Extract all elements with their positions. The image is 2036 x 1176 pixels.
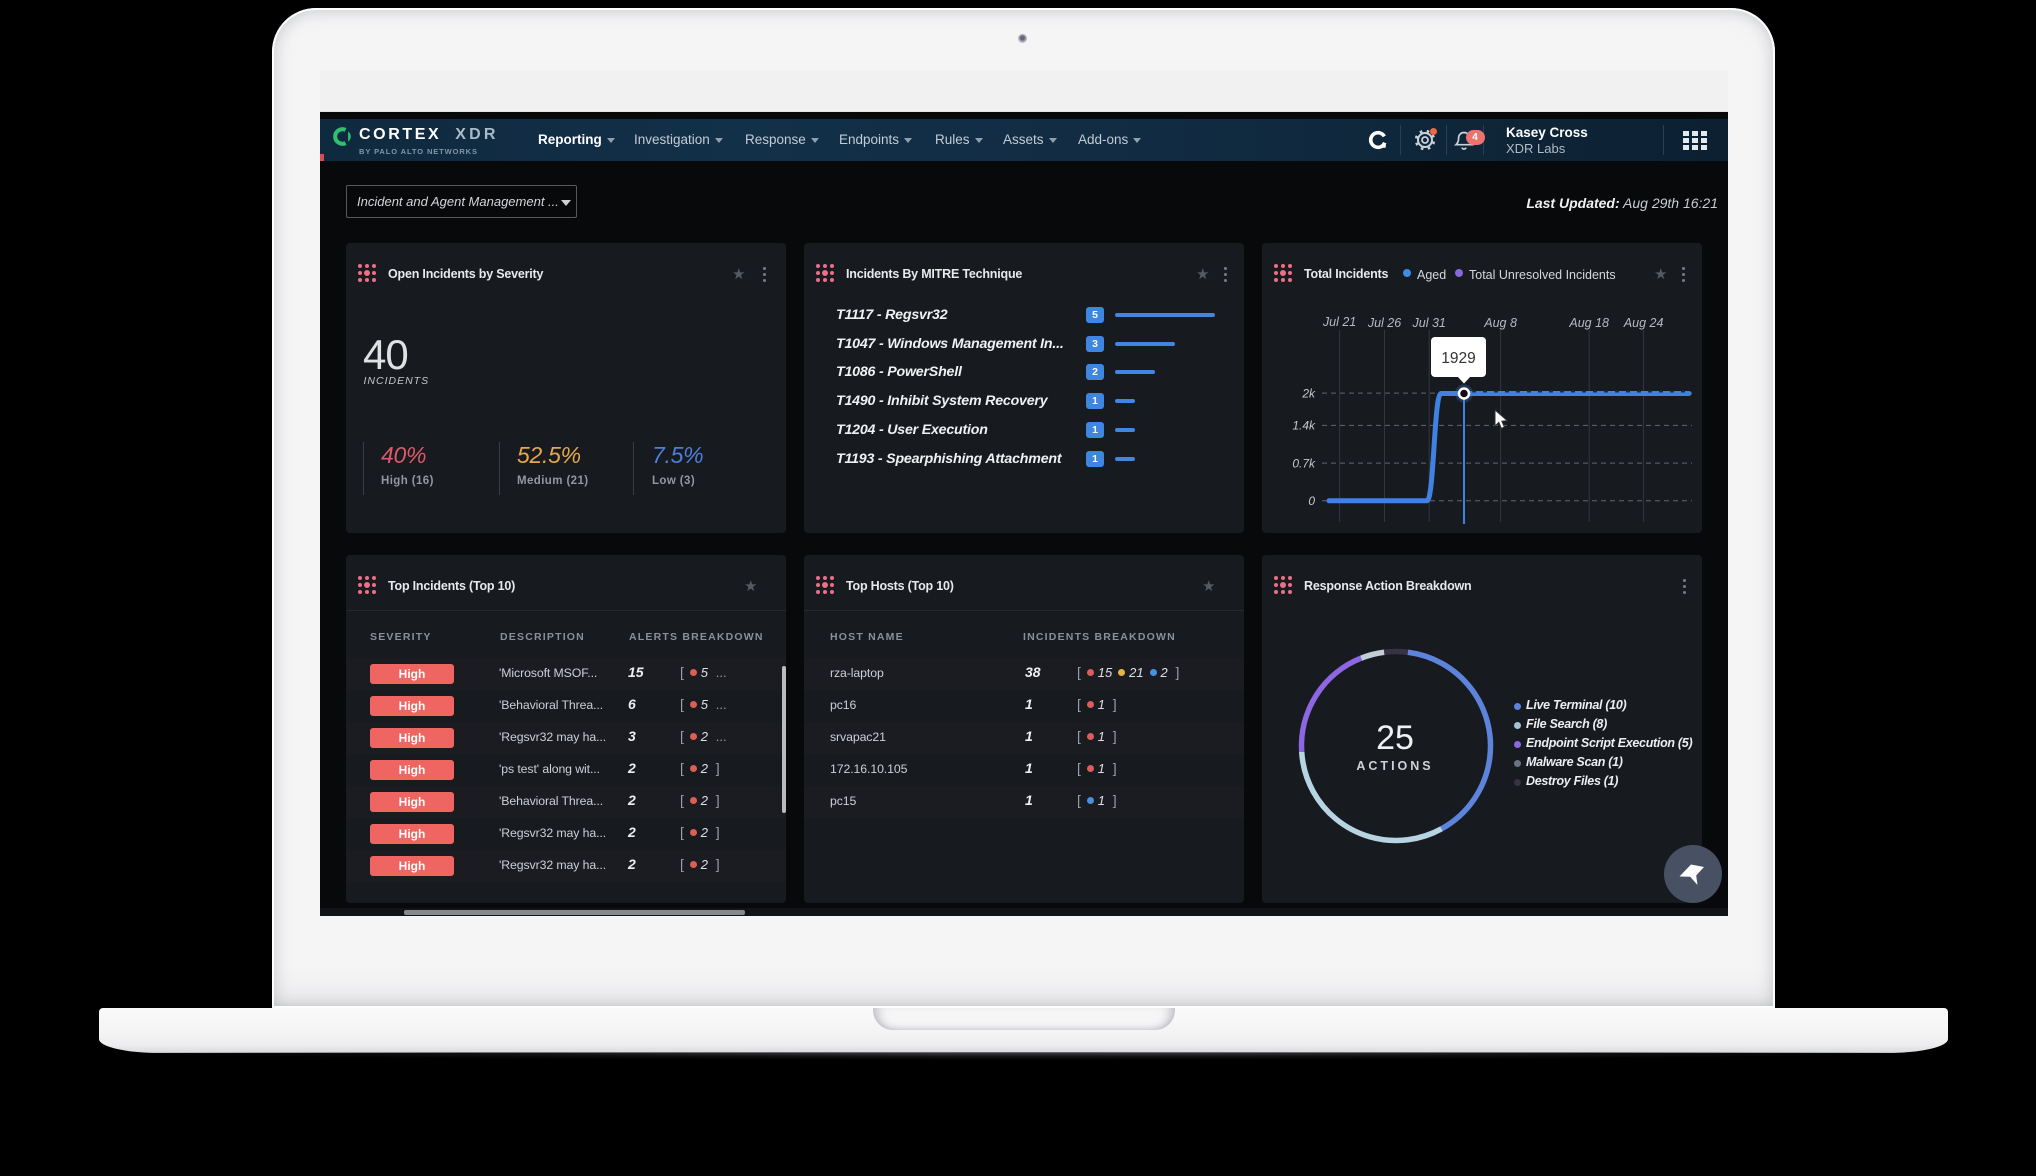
svg-text:2k: 2k xyxy=(1301,386,1316,400)
svg-text:Jul 26: Jul 26 xyxy=(1367,316,1401,330)
svg-text:Jul 21: Jul 21 xyxy=(1322,315,1356,329)
svg-text:0: 0 xyxy=(1308,494,1315,508)
svg-text:Jul 31: Jul 31 xyxy=(1412,316,1446,330)
svg-text:Aug 8: Aug 8 xyxy=(1483,316,1517,330)
svg-text:0.7k: 0.7k xyxy=(1292,456,1316,470)
svg-text:1929: 1929 xyxy=(1441,350,1475,367)
svg-text:Aug 24: Aug 24 xyxy=(1623,316,1664,330)
svg-text:Aug 18: Aug 18 xyxy=(1568,316,1609,330)
svg-text:1.4k: 1.4k xyxy=(1292,419,1316,433)
